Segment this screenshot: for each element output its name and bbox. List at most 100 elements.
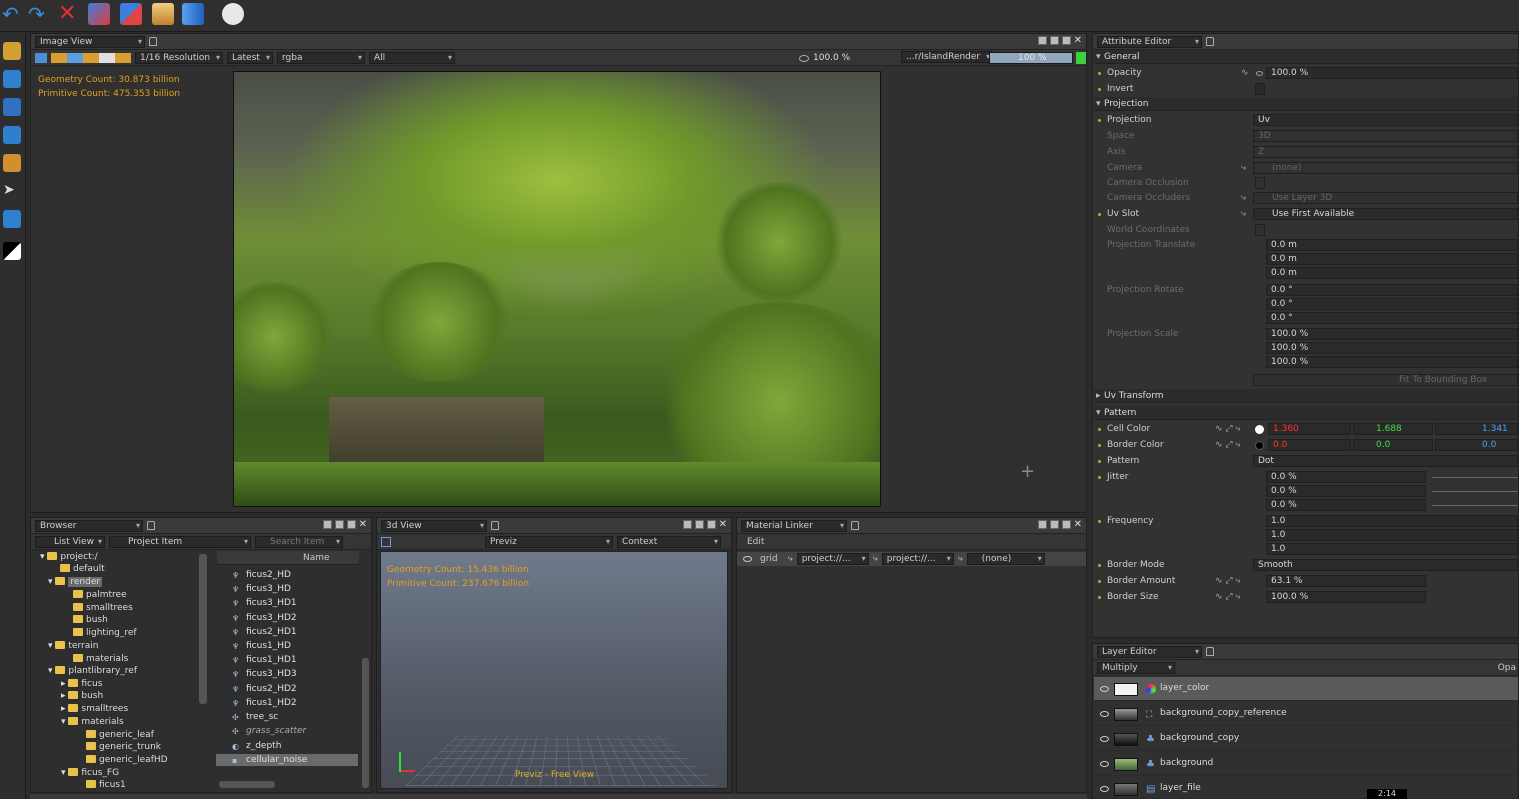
layer-row[interactable]: ▤ layer_file [1094,777,1518,799]
hierarchy-icon[interactable] [120,3,142,25]
layout-icon[interactable] [1037,36,1047,45]
border-size-field[interactable]: 100.0 % [1266,591,1426,603]
axis-select[interactable]: Z [1253,146,1518,158]
cell-color-swatch[interactable] [1255,425,1264,434]
curve-icon[interactable]: ∿ ⤢ ⤷ [1215,591,1241,603]
camera-select[interactable]: Previz [485,535,613,548]
link-icon[interactable]: ⤷ [1241,162,1246,174]
tree-item[interactable]: ▾ materials [61,716,124,728]
jitter-slider[interactable] [1432,491,1518,492]
shield-icon[interactable] [182,3,204,25]
list-scrollbar[interactable] [362,658,369,788]
maximize-icon[interactable] [1061,520,1071,529]
lock-icon[interactable] [1206,37,1214,46]
close-icon[interactable]: ✕ [1074,520,1082,530]
cell-color-r-field[interactable]: 1.360 [1268,423,1351,435]
jitter-slider[interactable] [1432,505,1518,506]
frequency-x-field[interactable]: 1.0 [1266,515,1518,527]
tree-item[interactable]: ▸ smalltrees [61,703,128,715]
eye-icon[interactable] [1100,711,1109,717]
viewport-3d[interactable]: Geometry Count: 15.436 billion Primitive… [380,551,728,789]
jitter-slider[interactable] [1432,477,1518,478]
scale-z-field[interactable]: 100.0 % [1266,356,1518,368]
list-hscrollbar[interactable] [219,781,275,788]
layout-icon[interactable] [1049,36,1059,45]
close-icon[interactable]: ✕ [1074,36,1082,46]
name-column-header[interactable]: Name [303,553,330,563]
layer-select[interactable]: All [369,51,455,64]
layout-icon[interactable] [1037,520,1047,529]
fit-to-bounding-box-button[interactable]: Fit To Bounding Box [1253,374,1518,386]
opacity-field[interactable]: 100.0 % [1266,67,1518,79]
pointer-tool-icon[interactable]: ➤ [3,182,21,200]
tree-item[interactable]: generic_trunk [86,741,161,753]
redo-icon[interactable]: ↷ [28,3,50,25]
layout-icon[interactable] [1049,520,1059,529]
render-icon[interactable] [222,3,244,25]
layer-editor-title[interactable]: Layer Editor [1097,645,1202,658]
list-item[interactable]: ♆ ficus3_HD3 [232,668,297,680]
tree-item[interactable]: bush [73,614,108,626]
eye-icon[interactable] [1100,761,1109,767]
frequency-z-field[interactable]: 1.0 [1266,543,1518,555]
translate-x-field[interactable]: 0.0 m [1266,239,1518,251]
border-mode-select[interactable]: Smooth [1253,559,1518,571]
world-coordinates-checkbox[interactable] [1255,224,1265,236]
camera-field[interactable]: (none) [1253,162,1518,174]
rotate-y-field[interactable]: 0.0 ° [1266,298,1518,310]
link-icon[interactable]: ⤷ [1241,208,1246,220]
jitter-y-field[interactable]: 0.0 % [1266,485,1426,497]
color-swatch-icon[interactable] [3,242,21,260]
curve-icon[interactable]: ∿ ⤢ ⤷ [1215,439,1241,451]
add-node-icon[interactable] [88,3,110,25]
brush-tool-icon[interactable] [3,70,21,88]
render-image[interactable] [233,71,881,507]
link-icon[interactable]: ⤷ [1241,192,1246,204]
curve-icon[interactable]: ∿ ⤢ ⤷ [1215,423,1241,435]
lock-icon[interactable] [147,521,155,530]
tree-item[interactable]: ▾ terrain [48,640,98,652]
translate-y-field[interactable]: 0.0 m [1266,253,1518,265]
list-item[interactable]: ♆ ficus2_HD1 [232,626,297,638]
list-item[interactable]: ✣ tree_sc [232,711,278,723]
version-select[interactable]: Latest [227,51,273,64]
tree-item[interactable]: ficus1 [86,779,126,791]
search-input[interactable]: Search Item [255,535,343,548]
tree-item[interactable]: ▾ plantlibrary_ref [48,665,137,677]
eye-icon[interactable] [1100,736,1109,742]
move-tool-icon[interactable] [3,98,21,116]
cell-color-b-field[interactable]: 1.341 [1435,423,1518,435]
jitter-z-field[interactable]: 0.0 % [1266,499,1426,511]
jitter-x-field[interactable]: 0.0 % [1266,471,1426,483]
paint-tool-icon[interactable] [3,126,21,144]
close-icon[interactable]: ✕ [719,520,727,530]
scale-y-field[interactable]: 100.0 % [1266,342,1518,354]
tree-item[interactable]: ▸ bush [61,690,103,702]
curve-icon[interactable]: ∿ [1241,67,1249,79]
uv-slot-field[interactable]: Use First Available [1253,208,1518,220]
image-view-title[interactable]: Image View [35,35,145,48]
close-icon[interactable]: ✕ [359,520,367,530]
layer-row[interactable]: ⛶ background_copy_reference [1094,702,1518,726]
layer-row[interactable]: ♣ background_copy [1094,727,1518,751]
section-uv-transform[interactable]: Uv Transform [1094,389,1518,403]
refresh-icon[interactable] [35,52,47,63]
material-project-select[interactable]: project://... [796,553,869,565]
list-item[interactable]: ♆ ficus3_HD2 [232,612,297,624]
channel-select[interactable]: rgba [277,51,365,64]
delete-icon[interactable]: ✕ [58,3,80,25]
view3d-title[interactable]: 3d View [381,519,487,532]
tree-item[interactable]: generic_leaf [86,729,154,741]
list-item[interactable]: ▪ cellular_noise [216,754,358,766]
attribute-editor-title[interactable]: Attribute Editor [1097,35,1202,48]
tree-item[interactable]: ▾ render [48,576,103,588]
edit-menu[interactable]: Edit [747,537,764,547]
camera-occlusion-checkbox[interactable] [1255,177,1265,189]
tree-item[interactable]: ▾ ficus_FG [61,767,119,779]
pattern-select[interactable]: Dot [1253,455,1518,467]
render-path-select[interactable]: ...r/IslandRender [901,51,994,63]
tree-item[interactable]: smalltrees [73,602,133,614]
camera-occluders-field[interactable]: Use Layer 3D [1253,192,1518,204]
tree-item[interactable]: materials [73,653,128,665]
material-override-select[interactable]: (none) [966,553,1045,565]
